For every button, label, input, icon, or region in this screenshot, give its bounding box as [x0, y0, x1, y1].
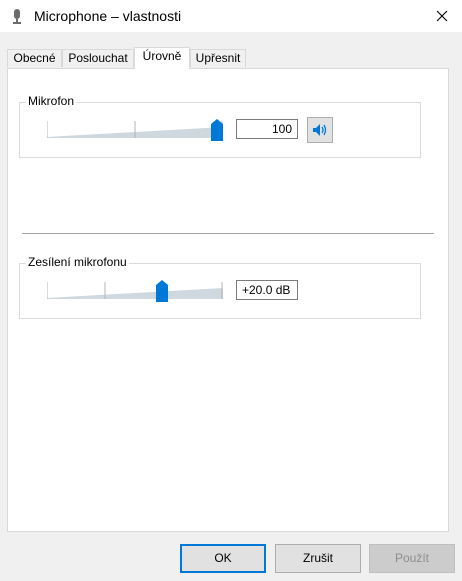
microphone-boost-slider[interactable] [47, 278, 223, 302]
slider-track [47, 282, 223, 299]
dialog-client-area: Obecné Poslouchat Úrovně Upřesnit Mikrof… [0, 32, 462, 581]
tab-poslouchat[interactable]: Poslouchat [62, 49, 134, 67]
slider-thumb[interactable] [211, 119, 223, 141]
speaker-icon [313, 124, 327, 136]
mute-button[interactable] [307, 117, 333, 143]
close-icon [436, 10, 448, 22]
slider-track [47, 121, 223, 138]
title-bar: Microphone – vlastnosti [0, 0, 462, 32]
tab-obecne[interactable]: Obecné [7, 49, 62, 67]
microphone-level-group: Mikrofon 100 [19, 94, 421, 158]
apply-button[interactable]: Použít [369, 544, 455, 573]
microphone-boost-group: Zesílení mikrofonu +20.0 dB [19, 255, 421, 319]
microphone-level-value[interactable]: 100 [236, 119, 298, 139]
ok-button[interactable]: OK [180, 544, 266, 573]
window-title: Microphone – vlastnosti [34, 8, 182, 24]
cancel-button[interactable]: Zrušit [275, 544, 361, 573]
microphone-level-label: Mikrofon [26, 94, 77, 108]
microphone-boost-label: Zesílení mikrofonu [26, 255, 129, 269]
microphone-icon [13, 9, 21, 24]
slider-thumb[interactable] [156, 280, 168, 302]
microphone-boost-value[interactable]: +20.0 dB [236, 280, 298, 300]
tab-urovne[interactable]: Úrovně [134, 47, 190, 69]
microphone-level-slider[interactable] [47, 117, 223, 141]
tab-upresnit[interactable]: Upřesnit [190, 49, 246, 67]
tab-panel-urovne: Mikrofon 100 Zesílení mikrofonu +20.0 dB [7, 68, 449, 532]
separator [22, 233, 434, 234]
close-button[interactable] [422, 0, 462, 32]
